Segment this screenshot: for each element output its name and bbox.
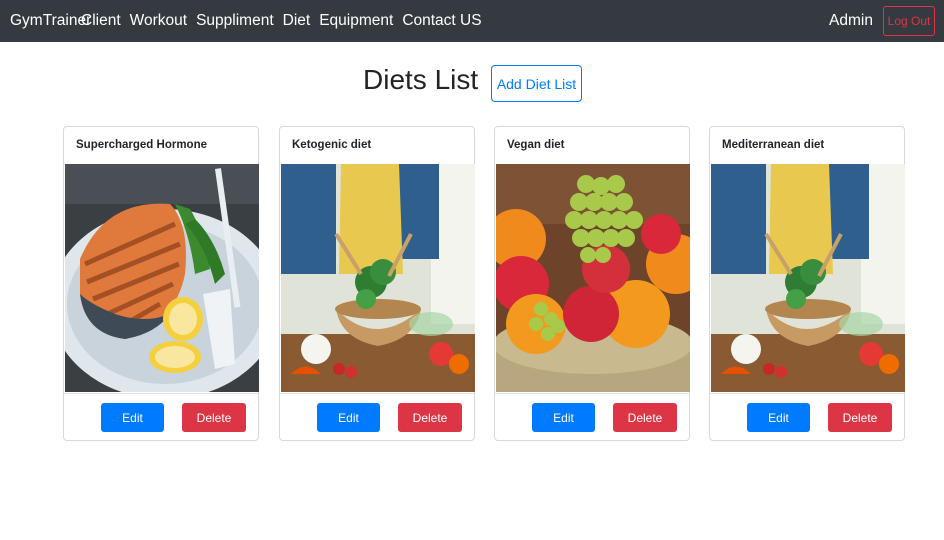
diet-card: Ketogenic diet Edit Delete [279,126,475,441]
diet-card-footer: Edit Delete [280,393,474,441]
diet-card: Supercharged Hormone Edit Delete [63,126,259,441]
salad-preparation-image [711,164,905,392]
diet-card-footer: Edit Delete [710,393,904,441]
delete-button[interactable]: Delete [613,403,677,432]
diet-card-title: Vegan diet [507,139,565,151]
delete-button[interactable]: Delete [398,403,462,432]
nav-link-suppliment[interactable]: Suppliment [196,11,274,31]
brand-link[interactable]: GymTrainer [10,11,91,31]
page-title: Diets List [363,64,479,95]
logout-button[interactable]: Log Out [883,6,935,36]
nav-link-contact-us[interactable]: Contact US [402,11,481,31]
edit-button[interactable]: Edit [747,403,810,432]
nav-links: Client Workout Suppliment Diet Equipment… [81,11,491,31]
salad-preparation-image [281,164,475,392]
diet-card-footer: Edit Delete [495,393,689,441]
diet-card-title: Ketogenic diet [292,139,372,151]
nav-link-equipment[interactable]: Equipment [319,11,393,31]
diet-card-title: Supercharged Hormone [76,139,207,151]
edit-button[interactable]: Edit [101,403,164,432]
edit-button[interactable]: Edit [317,403,380,432]
admin-user-label[interactable]: Admin [829,11,873,31]
navbar: GymTrainer Client Workout Suppliment Die… [0,0,944,42]
diet-card-footer: Edit Delete [64,393,258,441]
add-diet-list-button[interactable]: Add Diet List [491,65,582,102]
nav-link-client[interactable]: Client [81,11,121,31]
diet-card: Vegan diet Edit Delete [494,126,690,441]
diet-card: Mediterranean diet Edit Delete [709,126,905,441]
nav-link-diet[interactable]: Diet [283,11,311,31]
delete-button[interactable]: Delete [828,403,892,432]
diet-card-title: Mediterranean diet [722,139,825,151]
grilled-salmon-image [65,164,259,392]
nav-link-workout[interactable]: Workout [130,11,187,31]
delete-button[interactable]: Delete [182,403,246,432]
fruit-bowl-image [496,164,690,392]
edit-button[interactable]: Edit [532,403,595,432]
